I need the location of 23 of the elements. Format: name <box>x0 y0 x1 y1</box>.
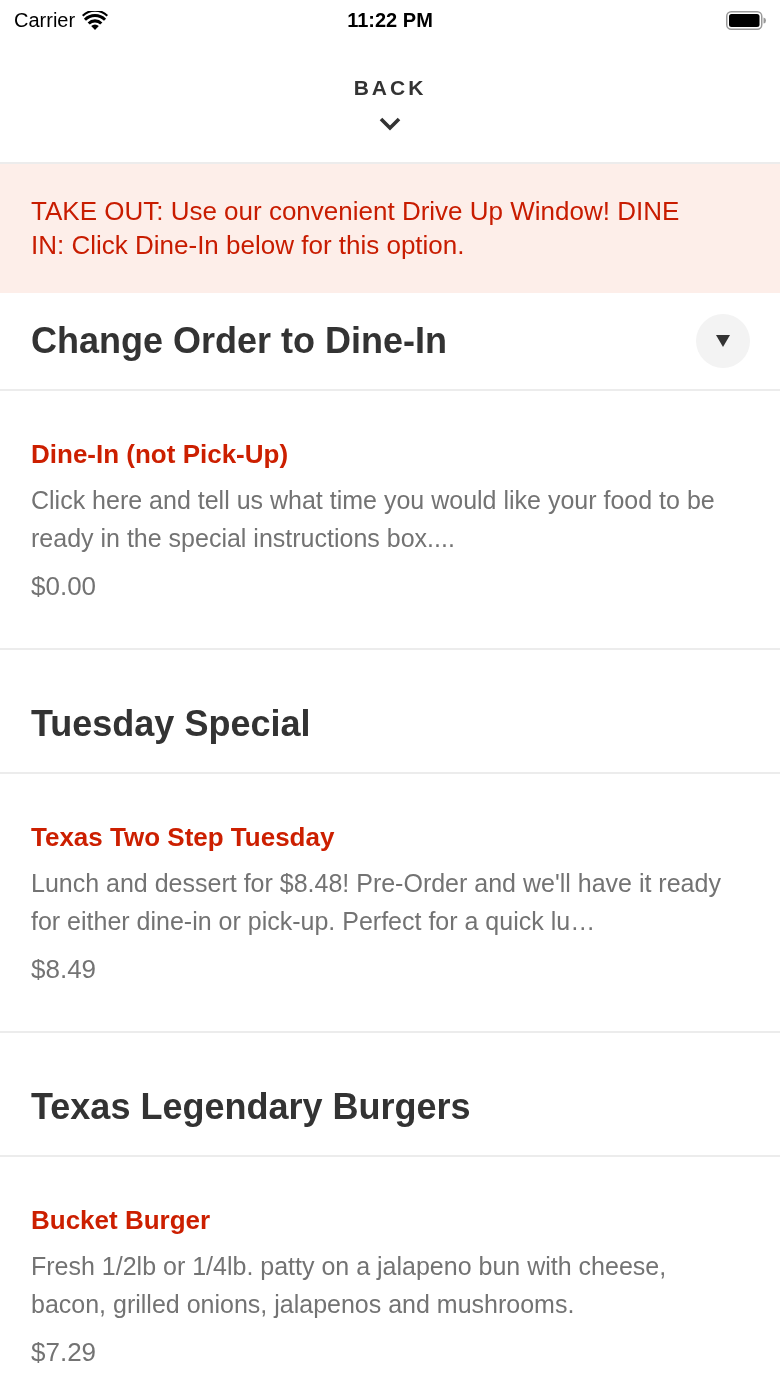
chevron-down-icon <box>379 117 401 131</box>
battery-icon <box>726 10 766 30</box>
menu-item[interactable]: Dine-In (not Pick-Up) Click here and tell us what time you would like your food to be ready in the special instructions box.... $0.00 <box>0 391 780 650</box>
wifi-icon <box>82 10 109 30</box>
item-price: $8.49 <box>31 953 98 986</box>
section-title: Tuesday Special <box>31 702 311 746</box>
menu-item[interactable]: Bucket Burger Fresh 1/2lb or 1/4lb. patty on a jalapeno bun with cheese, bacon, grilled onions, jalapenos and mushrooms. $7.29 <box>0 1157 780 1377</box>
item-description: Lunch and dessert for $8.48! Pre-Order and we'll have it ready for either dine-in or pick-up. Perfect for a quick lu… <box>31 868 722 937</box>
item-price: $0.00 <box>31 570 98 603</box>
status-time: 11:22 PM <box>346 8 434 32</box>
item-price: $7.29 <box>31 1336 98 1369</box>
carrier-label: Carrier <box>14 8 76 32</box>
item-name: Texas Two Step Tuesday <box>31 822 336 852</box>
item-description: Click here and tell us what time you would like your food to be ready in the special instructions box.... <box>31 485 716 554</box>
item-description: Fresh 1/2lb or 1/4lb. patty on a jalapeno bun with cheese, bacon, grilled onions, jalapenos and mushrooms. <box>31 1251 668 1320</box>
item-name: Bucket Burger <box>31 1205 212 1235</box>
caret-down-icon <box>716 335 730 347</box>
section-title: Texas Legendary Burgers <box>31 1085 471 1129</box>
back-button[interactable]: BACK <box>353 76 427 131</box>
menu-item[interactable]: Texas Two Step Tuesday Lunch and dessert for $8.48! Pre-Order and we'll have it ready for either dine-in or pick-up. Perfect for a quick lu… $8.49 <box>0 774 780 1033</box>
section-title: Change Order to Dine-In <box>31 319 448 363</box>
notice-text: TAKE OUT: Use our convenient Drive Up Window! DINE IN: Click Dine-In below for this option. <box>31 195 681 262</box>
item-name: Dine-In (not Pick-Up) <box>31 439 290 469</box>
